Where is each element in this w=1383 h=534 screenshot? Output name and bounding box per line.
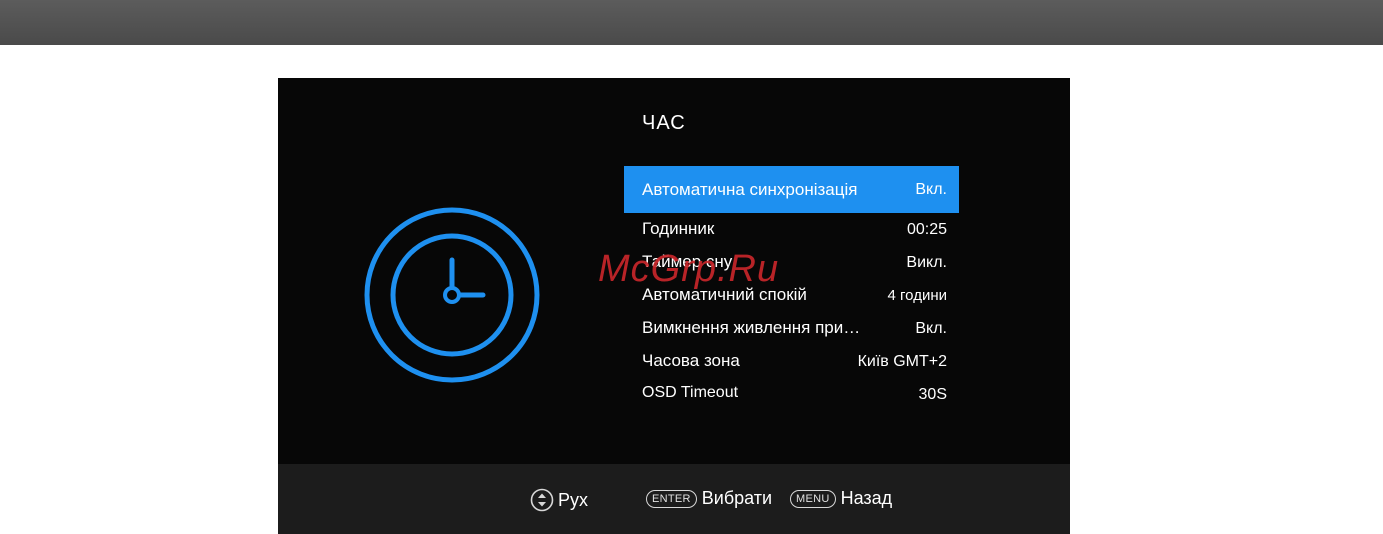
menu-item-label: Часова зона xyxy=(642,351,740,370)
hint-select-label: Вибрати xyxy=(701,488,773,508)
menu-item-auto-sync[interactable]: Автоматична синхронізація Вкл. xyxy=(624,166,959,213)
hint-back: MENU Назад xyxy=(790,488,892,509)
menu-item-value: Вкл. xyxy=(915,320,947,337)
hint-move: Рух xyxy=(530,488,588,512)
menu-item-label: OSD Timeout xyxy=(642,384,739,401)
key-hints-footer: Рух ENTER Вибрати MENU Назад xyxy=(278,464,1070,534)
menu-title: ЧАС xyxy=(642,112,686,134)
menu-item-clock[interactable]: Годинник 00:25 xyxy=(624,213,959,246)
menu-item-power-off[interactable]: Вимкнення живлення при… Вкл. xyxy=(624,312,959,345)
up-down-arrows-icon xyxy=(530,488,554,512)
hint-select: ENTER Вибрати xyxy=(646,488,772,509)
hint-move-label: Рух xyxy=(558,489,589,510)
menu-item-value: 30S xyxy=(918,386,947,403)
menu-item-value: Київ GMT+2 xyxy=(857,353,947,370)
menu-item-osd-timeout[interactable]: OSD Timeout 30S xyxy=(624,378,959,411)
menu-item-value: 00:25 xyxy=(906,221,947,238)
menu-item-label: Вимкнення живлення при… xyxy=(642,318,861,337)
menu-item-label: Годинник xyxy=(642,219,715,238)
menu-key-icon: MENU xyxy=(790,489,836,508)
tv-osd-screen: ЧАС Автоматична синхронізація Вкл. Годин… xyxy=(278,78,1070,534)
menu-item-value: Вкл. xyxy=(915,181,947,198)
watermark: McGrp.Ru xyxy=(598,248,780,290)
hint-back-label: Назад xyxy=(840,488,893,508)
clock-icon xyxy=(364,207,540,383)
menu-item-value: Викл. xyxy=(906,254,947,271)
top-header-bar xyxy=(0,0,1383,45)
menu-item-time-zone[interactable]: Часова зона Київ GMT+2 xyxy=(624,345,959,378)
enter-key-icon: ENTER xyxy=(646,489,697,508)
menu-item-label: Автоматична синхронізація xyxy=(642,180,858,199)
menu-item-value: 4 години xyxy=(887,287,947,304)
